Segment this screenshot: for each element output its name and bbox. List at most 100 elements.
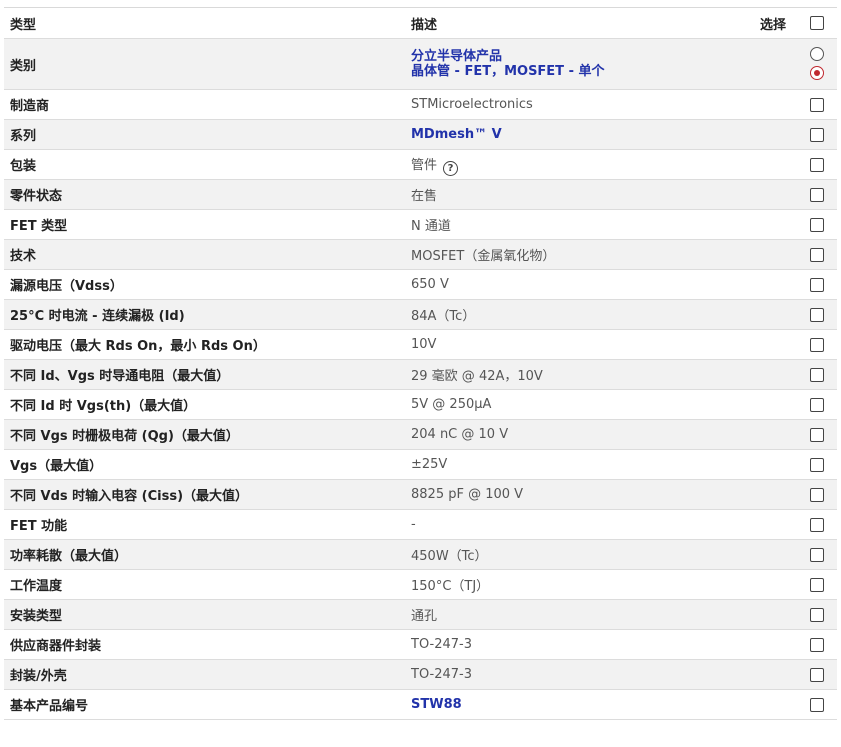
question-circle-icon[interactable]: ?	[443, 160, 459, 176]
row-select-checkbox[interactable]	[810, 367, 824, 382]
category-radio-discrete[interactable]	[810, 47, 824, 61]
table-row: 不同 Vgs 时栅极电荷 (Qg)（最大值） 204 nC @ 10 V	[4, 420, 837, 450]
row-label: FET 功能	[10, 519, 68, 534]
row-select-checkbox[interactable]	[810, 277, 824, 292]
row-select-checkbox[interactable]	[810, 217, 824, 232]
row-select-checkbox[interactable]	[810, 607, 824, 622]
row-value-text: 84A（Tc）	[411, 309, 476, 324]
table-row: 系列 MDmesh™ V	[4, 120, 837, 150]
row-label: 安装类型	[10, 609, 63, 624]
row-value: 管件?	[411, 154, 459, 176]
table-row: 零件状态 在售	[4, 180, 837, 210]
row-value: 150°C（TJ）	[411, 575, 489, 594]
table-row: 不同 Id、Vgs 时导通电阻（最大值） 29 毫欧 @ 42A，10V	[4, 360, 837, 390]
row-select-checkbox[interactable]	[810, 457, 824, 472]
row-value: ±25V	[411, 457, 447, 472]
row-select-checkbox[interactable]	[810, 97, 824, 112]
row-value: 在售	[411, 185, 437, 204]
parameter-table: 类型 描述 选择 类别 分立半导体产品 晶体管 - FET，MOSFET - 单…	[4, 7, 837, 720]
row-select-checkbox[interactable]	[810, 577, 824, 592]
table-row: 不同 Vds 时输入电容 (Ciss)（最大值） 8825 pF @ 100 V	[4, 480, 837, 510]
row-select-checkbox[interactable]	[810, 427, 824, 442]
category-row: 类别 分立半导体产品 晶体管 - FET，MOSFET - 单个	[4, 39, 837, 90]
row-select-checkbox[interactable]	[810, 517, 824, 532]
row-value-text: 在售	[411, 189, 438, 204]
row-value-text: 450W（Tc）	[411, 549, 488, 564]
row-label: Vgs（最大值）	[10, 459, 103, 474]
row-value-text: TO-247-3	[411, 637, 473, 652]
row-label: 基本产品编号	[10, 699, 89, 714]
table-row: 功率耗散（最大值） 450W（Tc）	[4, 540, 837, 570]
row-value: 8825 pF @ 100 V	[411, 487, 523, 502]
row-value-text: 29 毫欧 @ 42A，10V	[411, 369, 543, 384]
row-label: 零件状态	[10, 189, 63, 204]
row-select-checkbox[interactable]	[810, 157, 824, 172]
table-row: 包装 管件?	[4, 150, 837, 180]
table-row: 驱动电压（最大 Rds On，最小 Rds On） 10V	[4, 330, 837, 360]
row-label: 不同 Id 时 Vgs(th)（最大值）	[10, 399, 197, 414]
table-header: 类型 描述 选择	[4, 8, 837, 39]
row-value-text: 204 nC @ 10 V	[411, 427, 509, 442]
row-select-checkbox[interactable]	[810, 187, 824, 202]
table-row: FET 功能 -	[4, 510, 837, 540]
header-type: 类型	[10, 17, 37, 33]
table-row: 不同 Id 时 Vgs(th)（最大值） 5V @ 250µA	[4, 390, 837, 420]
row-label: 功率耗散（最大值）	[10, 549, 128, 564]
table-row: FET 类型 N 通道	[4, 210, 837, 240]
row-select-checkbox[interactable]	[810, 547, 824, 562]
row-value: 204 nC @ 10 V	[411, 427, 508, 442]
row-label: 供应商器件封装	[10, 639, 102, 654]
category-link-mosfet[interactable]: 晶体管 - FET，MOSFET - 单个	[411, 64, 605, 79]
row-select-checkbox[interactable]	[810, 667, 824, 682]
row-value: N 通道	[411, 215, 451, 234]
row-value-text: 5V @ 250µA	[411, 397, 492, 412]
row-label: 不同 Id、Vgs 时导通电阻（最大值）	[10, 369, 230, 384]
table-row: 供应商器件封装 TO-247-3	[4, 630, 837, 660]
row-select-checkbox[interactable]	[810, 247, 824, 262]
row-value-text: ±25V	[411, 457, 448, 472]
row-select-checkbox[interactable]	[810, 127, 824, 142]
row-label: 包装	[10, 159, 37, 174]
row-value: -	[411, 517, 416, 532]
table-row: 技术 MOSFET（金属氧化物）	[4, 240, 837, 270]
row-label: 驱动电压（最大 Rds On，最小 Rds On）	[10, 339, 266, 354]
row-select-checkbox[interactable]	[810, 307, 824, 322]
row-value-text[interactable]: MDmesh™ V	[411, 127, 502, 142]
row-value: MOSFET（金属氧化物）	[411, 245, 555, 264]
table-row: 漏源电压（Vdss） 650 V	[4, 270, 837, 300]
row-value-text: 650 V	[411, 277, 449, 292]
row-value: TO-247-3	[411, 667, 472, 682]
row-value-text: 8825 pF @ 100 V	[411, 487, 524, 502]
row-value: STMicroelectronics	[411, 97, 533, 112]
category-label: 类别	[10, 58, 37, 74]
row-select-checkbox[interactable]	[810, 637, 824, 652]
row-label: 技术	[10, 249, 37, 264]
row-value-text: 通孔	[411, 609, 438, 624]
row-label: 不同 Vds 时输入电容 (Ciss)（最大值）	[10, 489, 249, 504]
row-value-text[interactable]: STW88	[411, 697, 462, 712]
header-desc: 描述	[411, 17, 438, 33]
table-row: 工作温度 150°C（TJ）	[4, 570, 837, 600]
category-link-discrete[interactable]: 分立半导体产品	[411, 49, 605, 64]
category-radio-mosfet-selected[interactable]	[810, 66, 824, 80]
row-select-checkbox[interactable]	[810, 337, 824, 352]
row-label: 制造商	[10, 99, 50, 114]
row-select-checkbox[interactable]	[810, 697, 824, 712]
row-value: 650 V	[411, 277, 449, 292]
row-value: 通孔	[411, 605, 437, 624]
row-select-checkbox[interactable]	[810, 397, 824, 412]
row-value-text: 10V	[411, 337, 437, 352]
table-row: 制造商 STMicroelectronics	[4, 90, 837, 120]
select-all-checkbox[interactable]	[810, 16, 824, 30]
row-value-text: 管件	[411, 157, 438, 173]
table-row: 封装/外壳 TO-247-3	[4, 660, 837, 690]
row-value: 29 毫欧 @ 42A，10V	[411, 365, 543, 384]
row-value-text: -	[411, 517, 416, 532]
row-select-checkbox[interactable]	[810, 487, 824, 502]
table-row: 安装类型 通孔	[4, 600, 837, 630]
row-value-link[interactable]: STW88	[411, 697, 462, 712]
row-value-link[interactable]: MDmesh™ V	[411, 127, 502, 142]
row-label: 25°C 时电流 - 连续漏极 (Id)	[10, 309, 185, 324]
table-row: Vgs（最大值） ±25V	[4, 450, 837, 480]
row-label: 漏源电压（Vdss）	[10, 279, 123, 294]
